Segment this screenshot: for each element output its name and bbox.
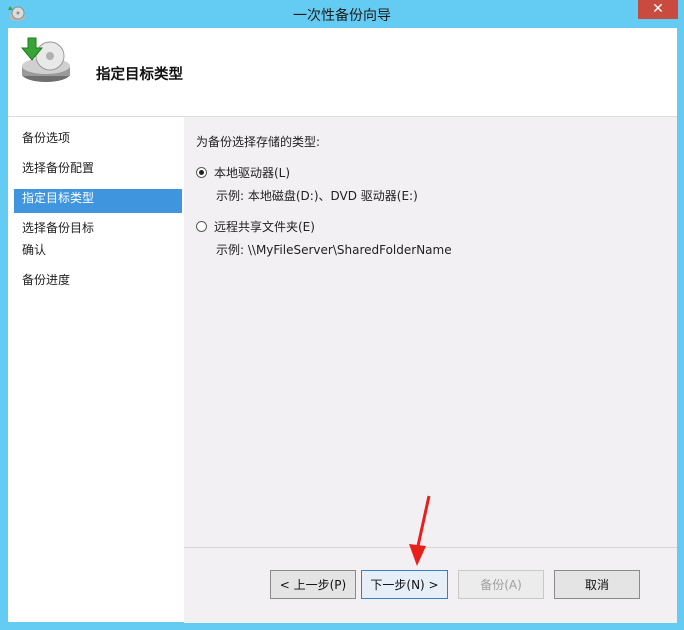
annotation-arrow-icon [409, 495, 431, 566]
backup-button: 备份(A) [458, 570, 544, 599]
backup-disk-icon [20, 37, 70, 82]
cancel-button[interactable]: 取消 [554, 570, 640, 599]
wizard-header: 指定目标类型 [8, 28, 677, 117]
step-confirmation[interactable]: 确认 [14, 242, 182, 259]
step-specify-destination-type[interactable]: 指定目标类型 [14, 189, 182, 213]
remote-share-radio[interactable] [196, 221, 207, 232]
remote-share-example: 示例: \\MyFileServer\SharedFolderName [216, 243, 452, 257]
main-content: 为备份选择存储的类型: 本地驱动器(L) 示例: 本地磁盘(D:)、DVD 驱动… [184, 117, 677, 547]
window-title: 一次性备份向导 [293, 8, 391, 24]
previous-button[interactable]: < 上一步(P) [270, 570, 356, 599]
page-title: 指定目标类型 [96, 67, 183, 83]
step-backup-progress[interactable]: 备份进度 [14, 272, 182, 289]
close-button[interactable]: ✕ [638, 0, 678, 19]
storage-type-prompt: 为备份选择存储的类型: [196, 135, 321, 149]
next-button[interactable]: 下一步(N) > [361, 570, 448, 599]
local-drives-option[interactable]: 本地驱动器(L) [196, 164, 290, 181]
remote-share-label: 远程共享文件夹(E) [214, 220, 315, 234]
wizard-steps-sidebar: 备份选项 选择备份配置 指定目标类型 选择备份目标 确认 备份进度 [8, 117, 184, 622]
title-bar[interactable]: 一次性备份向导 ✕ [0, 0, 684, 28]
remote-share-option[interactable]: 远程共享文件夹(E) [196, 218, 315, 235]
wizard-window: 一次性备份向导 ✕ 指定目标类型 备份选项 选择备份配置 指定目标类型 选择备份… [0, 0, 684, 630]
step-backup-options[interactable]: 备份选项 [14, 130, 182, 147]
local-drives-label: 本地驱动器(L) [214, 166, 291, 180]
local-drives-example: 示例: 本地磁盘(D:)、DVD 驱动器(E:) [216, 189, 418, 203]
step-select-backup-destination[interactable]: 选择备份目标 [14, 220, 182, 237]
local-drives-radio[interactable] [196, 167, 207, 178]
step-select-backup-config[interactable]: 选择备份配置 [14, 160, 182, 177]
